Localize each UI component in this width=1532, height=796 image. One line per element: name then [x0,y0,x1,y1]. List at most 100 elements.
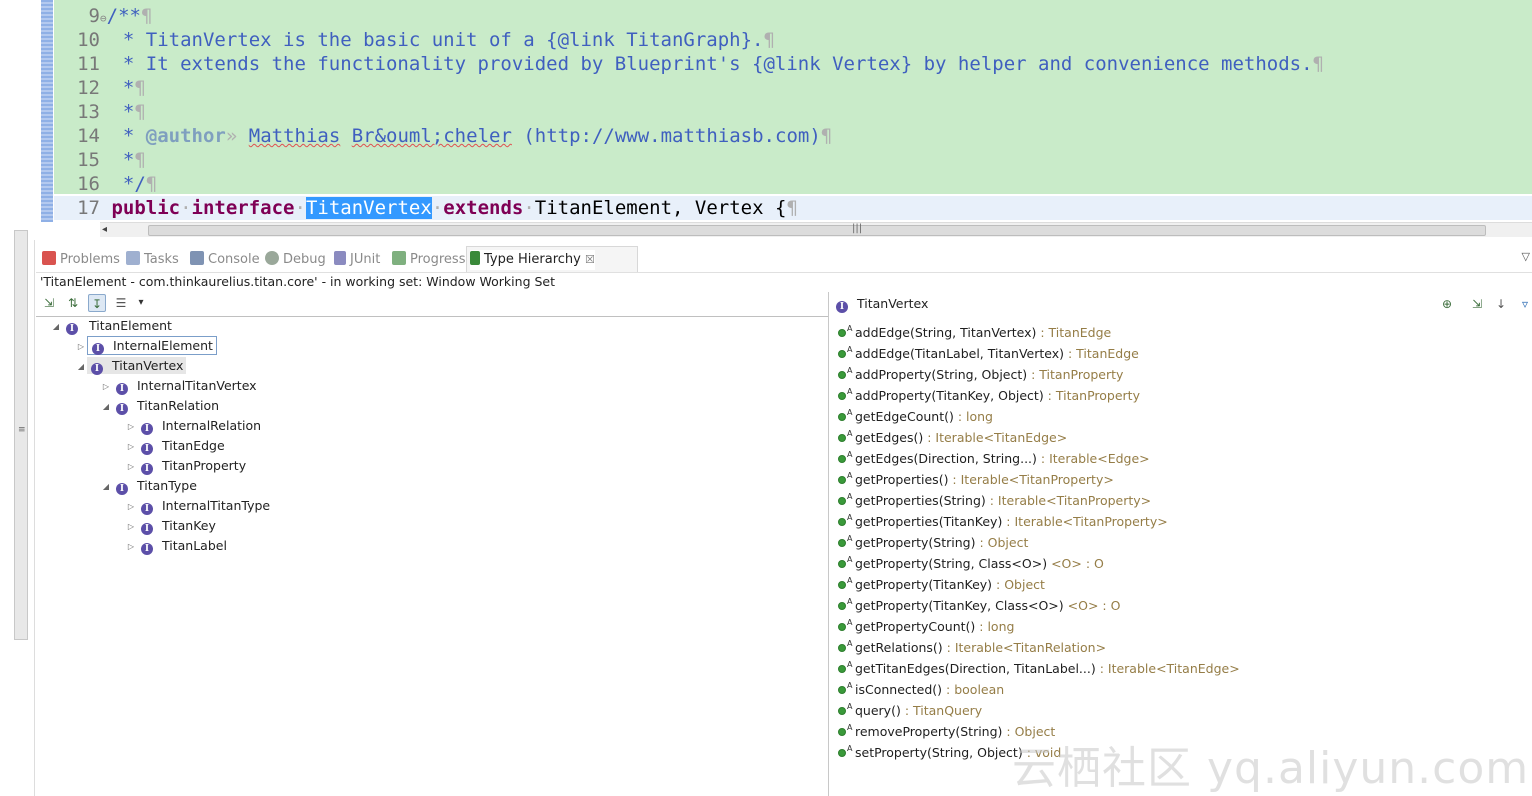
expand-icon[interactable]: ▷ [125,537,137,557]
code-line-16[interactable]: 16 */¶ [54,172,157,196]
member-row[interactable]: AisConnected() : boolean [838,675,1004,697]
tab-junit[interactable]: JUnit [334,250,380,270]
member-row[interactable]: Aquery() : TitanQuery [838,696,982,718]
fold-toggle-icon[interactable]: ⊖ [100,12,107,25]
code-line-14[interactable]: 14 * @author» Matthias Br&ouml;cheler (h… [54,124,832,148]
member-row[interactable]: AaddEdge(TitanLabel, TitanVertex) : Tita… [838,339,1139,361]
tree-node-internalrelation[interactable]: ▷ I InternalRelation [125,416,261,436]
tree-node-titankey[interactable]: ▷ I TitanKey [125,516,216,536]
history-list-icon[interactable]: ☰ [112,294,130,312]
supertypes-text: TitanElement, Vertex { [534,197,787,219]
expand-icon[interactable]: ◢ [75,357,87,377]
tree-node-internalelement[interactable]: ▷ I InternalElement [75,336,217,356]
member-row[interactable]: AgetProperties(TitanKey) : Iterable<Tita… [838,507,1168,529]
return-type: : Iterable<TitanEdge> [1095,661,1240,676]
member-row[interactable]: AgetProperty(String, Class<O>) <O> : O [838,549,1104,571]
show-type-hierarchy-icon[interactable]: ⇲ [40,294,58,312]
show-supertype-hierarchy-icon[interactable]: ⇅ [64,294,82,312]
tree-node-internaltitanvertex[interactable]: ▷ I InternalTitanVertex [100,376,257,396]
tree-node-titanelement[interactable]: ◢ I TitanElement [50,316,174,336]
expand-icon[interactable]: ▷ [125,457,137,477]
method-signature: addProperty(String, Object) [855,367,1028,382]
lock-view-icon[interactable]: ⊕ [1438,295,1456,313]
expand-icon[interactable]: ◢ [100,397,112,417]
member-row[interactable]: AgetEdges(Direction, String...) : Iterab… [838,444,1150,466]
member-row[interactable]: AaddEdge(String, TitanVertex) : TitanEdg… [838,318,1111,340]
keyword-public: public [111,197,181,219]
member-row[interactable]: AaddProperty(String, Object) : TitanProp… [838,360,1123,382]
member-row[interactable]: AgetEdges() : Iterable<TitanEdge> [838,423,1068,445]
tree-node-titanproperty[interactable]: ▷ I TitanProperty [125,456,246,476]
code-line-9[interactable]: 9⊖/**¶ [54,4,153,28]
tab-console[interactable]: Console [190,250,260,270]
tree-node-label: InternalElement [113,338,213,353]
method-signature: addEdge(TitanLabel, TitanVertex) [855,346,1065,361]
member-row[interactable]: AgetProperty(TitanKey) : Object [838,570,1045,592]
interface-icon: I [116,483,128,495]
abstract-marker-icon: A [847,660,853,669]
member-row[interactable]: AgetProperties() : Iterable<TitanPropert… [838,465,1114,487]
split-divider[interactable] [828,292,829,796]
tab-tasks[interactable]: Tasks [126,250,179,270]
sort-members-icon[interactable]: ↓ [1492,295,1510,313]
member-row[interactable]: AgetProperty(String) : Object [838,528,1028,550]
close-tab-icon[interactable]: ☒ [585,253,595,266]
code-editor[interactable]: 9⊖/**¶ 10 * TitanVertex is the basic uni… [36,0,1532,242]
public-method-icon [838,413,846,421]
scrollbar-thumb[interactable] [148,225,1486,236]
tree-node-titanlabel[interactable]: ▷ I TitanLabel [125,536,227,556]
horizontal-scrollbar[interactable]: ◂ ||| [100,222,1532,237]
interface-icon: I [141,543,153,555]
gutter-grip-icon[interactable]: ≡ [18,426,26,438]
member-row[interactable]: AgetProperty(TitanKey, Class<O>) <O> : O [838,591,1120,613]
tree-node-titanrelation[interactable]: ◢ I TitanRelation [100,396,219,416]
method-signature: isConnected() [855,682,943,697]
expand-icon[interactable]: ◢ [50,317,62,337]
tab-debug[interactable]: Debug [265,250,326,270]
tab-problems[interactable]: Problems [42,250,120,270]
return-type: : TitanProperty [1043,388,1140,403]
method-signature: getProperty(String, Class<O>) [855,556,1048,571]
view-menu-icon[interactable]: ▽ [1522,250,1530,263]
line-number: 15 [77,149,100,171]
return-type: : Iterable<TitanEdge> [923,430,1068,445]
menu-dropdown-icon[interactable]: ▾ [132,294,150,312]
member-row[interactable]: AgetTitanEdges(Direction, TitanLabel...)… [838,654,1240,676]
expand-icon[interactable]: ▷ [125,437,137,457]
show-inherited-icon[interactable]: ⇲ [1468,295,1486,313]
method-signature: setProperty(String, Object) [855,745,1023,760]
expand-icon[interactable]: ▷ [125,417,137,437]
tree-node-titanedge[interactable]: ▷ I TitanEdge [125,436,225,456]
comment-text: * [111,101,135,123]
member-row[interactable]: AgetRelations() : Iterable<TitanRelation… [838,633,1106,655]
show-subtype-hierarchy-icon[interactable]: ↧ [88,294,106,312]
method-signature: getEdges(Direction, String...) [855,451,1037,466]
tab-progress[interactable]: Progress [392,250,465,270]
expand-icon[interactable]: ▷ [100,377,112,397]
expand-icon[interactable]: ▷ [75,337,87,357]
tree-node-titanvertex[interactable]: ◢ I TitanVertex [75,356,187,377]
member-row[interactable]: AgetEdgeCount() : long [838,402,993,424]
tree-node-titantype[interactable]: ◢ I TitanType [100,476,197,496]
author-last-name: Br&ouml;cheler [351,125,512,147]
member-row[interactable]: AaddProperty(TitanKey, Object) : TitanPr… [838,381,1140,403]
return-type: : Iterable<TitanProperty> [1002,514,1168,529]
expand-icon[interactable]: ▷ [125,517,137,537]
filter-icon[interactable]: ▿ [1516,295,1532,313]
code-line-12[interactable]: 12 *¶ [54,76,146,100]
code-line-11[interactable]: 11 * It extends the functionality provid… [54,52,1324,76]
tab-type-hierarchy[interactable]: Type Hierarchy ☒ [470,250,595,270]
scroll-left-icon[interactable]: ◂ [102,223,107,237]
public-method-icon [838,665,846,673]
member-row[interactable]: AgetPropertyCount() : long [838,612,1014,634]
public-method-icon [838,581,846,589]
expand-icon[interactable]: ◢ [100,477,112,497]
code-line-13[interactable]: 13 *¶ [54,100,146,124]
tree-node-internaltitantype[interactable]: ▷ I InternalTitanType [125,496,270,516]
expand-icon[interactable]: ▷ [125,497,137,517]
code-line-15[interactable]: 15 *¶ [54,148,146,172]
code-line-17[interactable]: 17 public·interface·TitanVertex·extends·… [54,196,798,220]
code-line-10[interactable]: 10 * TitanVertex is the basic unit of a … [54,28,775,52]
member-row[interactable]: AgetProperties(String) : Iterable<TitanP… [838,486,1151,508]
selected-identifier[interactable]: TitanVertex [305,197,432,219]
